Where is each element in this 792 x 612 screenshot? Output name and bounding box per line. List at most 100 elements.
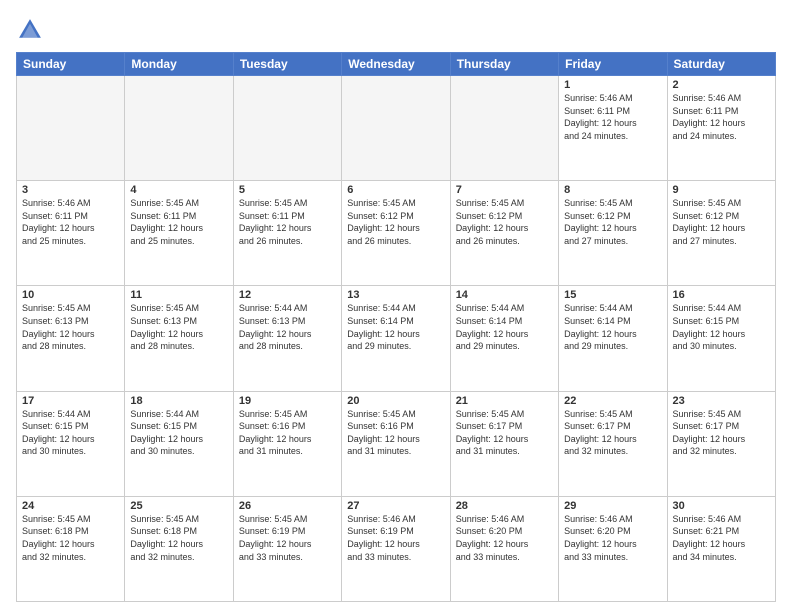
calendar-cell: 15Sunrise: 5:44 AM Sunset: 6:14 PM Dayli… (559, 286, 667, 391)
day-number: 2 (673, 79, 770, 91)
day-detail: Sunrise: 5:45 AM Sunset: 6:11 PM Dayligh… (239, 197, 336, 247)
calendar-cell: 9Sunrise: 5:45 AM Sunset: 6:12 PM Daylig… (667, 181, 775, 286)
day-detail: Sunrise: 5:45 AM Sunset: 6:18 PM Dayligh… (22, 513, 119, 563)
day-number: 26 (239, 500, 336, 512)
day-number: 18 (130, 395, 227, 407)
weekday-header-sunday: Sunday (17, 53, 125, 76)
day-number: 7 (456, 184, 553, 196)
day-number: 14 (456, 289, 553, 301)
calendar-cell: 26Sunrise: 5:45 AM Sunset: 6:19 PM Dayli… (233, 496, 341, 601)
day-number: 25 (130, 500, 227, 512)
week-row-5: 24Sunrise: 5:45 AM Sunset: 6:18 PM Dayli… (17, 496, 776, 601)
calendar-cell: 24Sunrise: 5:45 AM Sunset: 6:18 PM Dayli… (17, 496, 125, 601)
day-number: 28 (456, 500, 553, 512)
calendar-cell: 27Sunrise: 5:46 AM Sunset: 6:19 PM Dayli… (342, 496, 450, 601)
weekday-header-wednesday: Wednesday (342, 53, 450, 76)
day-detail: Sunrise: 5:45 AM Sunset: 6:13 PM Dayligh… (130, 302, 227, 352)
day-number: 11 (130, 289, 227, 301)
day-number: 16 (673, 289, 770, 301)
day-detail: Sunrise: 5:44 AM Sunset: 6:15 PM Dayligh… (673, 302, 770, 352)
day-detail: Sunrise: 5:45 AM Sunset: 6:18 PM Dayligh… (130, 513, 227, 563)
calendar-cell: 4Sunrise: 5:45 AM Sunset: 6:11 PM Daylig… (125, 181, 233, 286)
day-detail: Sunrise: 5:44 AM Sunset: 6:15 PM Dayligh… (22, 408, 119, 458)
weekday-header-tuesday: Tuesday (233, 53, 341, 76)
calendar-cell: 14Sunrise: 5:44 AM Sunset: 6:14 PM Dayli… (450, 286, 558, 391)
day-detail: Sunrise: 5:46 AM Sunset: 6:19 PM Dayligh… (347, 513, 444, 563)
calendar: SundayMondayTuesdayWednesdayThursdayFrid… (16, 52, 776, 602)
calendar-cell: 12Sunrise: 5:44 AM Sunset: 6:13 PM Dayli… (233, 286, 341, 391)
weekday-header-row: SundayMondayTuesdayWednesdayThursdayFrid… (17, 53, 776, 76)
logo (16, 16, 48, 44)
calendar-cell (125, 76, 233, 181)
day-number: 27 (347, 500, 444, 512)
calendar-cell (233, 76, 341, 181)
calendar-cell: 11Sunrise: 5:45 AM Sunset: 6:13 PM Dayli… (125, 286, 233, 391)
day-detail: Sunrise: 5:45 AM Sunset: 6:13 PM Dayligh… (22, 302, 119, 352)
calendar-cell: 5Sunrise: 5:45 AM Sunset: 6:11 PM Daylig… (233, 181, 341, 286)
calendar-cell: 8Sunrise: 5:45 AM Sunset: 6:12 PM Daylig… (559, 181, 667, 286)
week-row-4: 17Sunrise: 5:44 AM Sunset: 6:15 PM Dayli… (17, 391, 776, 496)
day-number: 6 (347, 184, 444, 196)
day-number: 9 (673, 184, 770, 196)
day-detail: Sunrise: 5:46 AM Sunset: 6:20 PM Dayligh… (456, 513, 553, 563)
day-detail: Sunrise: 5:44 AM Sunset: 6:14 PM Dayligh… (564, 302, 661, 352)
day-number: 5 (239, 184, 336, 196)
day-number: 24 (22, 500, 119, 512)
day-detail: Sunrise: 5:45 AM Sunset: 6:16 PM Dayligh… (239, 408, 336, 458)
day-number: 23 (673, 395, 770, 407)
calendar-cell: 30Sunrise: 5:46 AM Sunset: 6:21 PM Dayli… (667, 496, 775, 601)
weekday-header-saturday: Saturday (667, 53, 775, 76)
day-detail: Sunrise: 5:46 AM Sunset: 6:20 PM Dayligh… (564, 513, 661, 563)
weekday-header-monday: Monday (125, 53, 233, 76)
calendar-cell: 20Sunrise: 5:45 AM Sunset: 6:16 PM Dayli… (342, 391, 450, 496)
calendar-cell: 13Sunrise: 5:44 AM Sunset: 6:14 PM Dayli… (342, 286, 450, 391)
weekday-header-thursday: Thursday (450, 53, 558, 76)
day-detail: Sunrise: 5:46 AM Sunset: 6:21 PM Dayligh… (673, 513, 770, 563)
calendar-cell: 29Sunrise: 5:46 AM Sunset: 6:20 PM Dayli… (559, 496, 667, 601)
day-detail: Sunrise: 5:44 AM Sunset: 6:14 PM Dayligh… (347, 302, 444, 352)
day-detail: Sunrise: 5:45 AM Sunset: 6:16 PM Dayligh… (347, 408, 444, 458)
day-detail: Sunrise: 5:46 AM Sunset: 6:11 PM Dayligh… (673, 92, 770, 142)
calendar-cell: 1Sunrise: 5:46 AM Sunset: 6:11 PM Daylig… (559, 76, 667, 181)
calendar-cell: 28Sunrise: 5:46 AM Sunset: 6:20 PM Dayli… (450, 496, 558, 601)
day-number: 1 (564, 79, 661, 91)
calendar-cell: 2Sunrise: 5:46 AM Sunset: 6:11 PM Daylig… (667, 76, 775, 181)
day-detail: Sunrise: 5:45 AM Sunset: 6:17 PM Dayligh… (564, 408, 661, 458)
week-row-3: 10Sunrise: 5:45 AM Sunset: 6:13 PM Dayli… (17, 286, 776, 391)
day-number: 30 (673, 500, 770, 512)
day-number: 15 (564, 289, 661, 301)
day-number: 13 (347, 289, 444, 301)
day-number: 21 (456, 395, 553, 407)
day-detail: Sunrise: 5:45 AM Sunset: 6:17 PM Dayligh… (456, 408, 553, 458)
day-detail: Sunrise: 5:44 AM Sunset: 6:13 PM Dayligh… (239, 302, 336, 352)
calendar-cell: 16Sunrise: 5:44 AM Sunset: 6:15 PM Dayli… (667, 286, 775, 391)
day-number: 22 (564, 395, 661, 407)
calendar-cell: 6Sunrise: 5:45 AM Sunset: 6:12 PM Daylig… (342, 181, 450, 286)
week-row-1: 1 Sunrise: 5:46 AM Sunset: 6:11 PM Daylig… (17, 76, 776, 181)
header (16, 16, 776, 44)
calendar-cell: 22Sunrise: 5:45 AM Sunset: 6:17 PM Dayli… (559, 391, 667, 496)
calendar-cell: 17Sunrise: 5:44 AM Sunset: 6:15 PM Dayli… (17, 391, 125, 496)
day-detail: Sunrise: 5:45 AM Sunset: 6:12 PM Dayligh… (564, 197, 661, 247)
week-row-2: 3Sunrise: 5:46 AM Sunset: 6:11 PM Daylig… (17, 181, 776, 286)
calendar-cell: 18Sunrise: 5:44 AM Sunset: 6:15 PM Dayli… (125, 391, 233, 496)
calendar-cell (450, 76, 558, 181)
day-detail: Sunrise: 5:45 AM Sunset: 6:17 PM Dayligh… (673, 408, 770, 458)
calendar-cell (17, 76, 125, 181)
day-detail: Sunrise: 5:45 AM Sunset: 6:19 PM Dayligh… (239, 513, 336, 563)
day-number: 20 (347, 395, 444, 407)
page: SundayMondayTuesdayWednesdayThursdayFrid… (0, 0, 792, 612)
day-number: 29 (564, 500, 661, 512)
weekday-header-friday: Friday (559, 53, 667, 76)
calendar-cell: 25Sunrise: 5:45 AM Sunset: 6:18 PM Dayli… (125, 496, 233, 601)
logo-icon (16, 16, 44, 44)
day-number: 10 (22, 289, 119, 301)
day-detail: Sunrise: 5:45 AM Sunset: 6:12 PM Dayligh… (456, 197, 553, 247)
day-number: 4 (130, 184, 227, 196)
day-detail: Sunrise: 5:46 AM Sunset: 6:11 PM Dayligh… (22, 197, 119, 247)
day-detail: Sunrise: 5:44 AM Sunset: 6:15 PM Dayligh… (130, 408, 227, 458)
day-number: 17 (22, 395, 119, 407)
day-number: 12 (239, 289, 336, 301)
day-number: 19 (239, 395, 336, 407)
day-detail: Sunrise: 5:44 AM Sunset: 6:14 PM Dayligh… (456, 302, 553, 352)
